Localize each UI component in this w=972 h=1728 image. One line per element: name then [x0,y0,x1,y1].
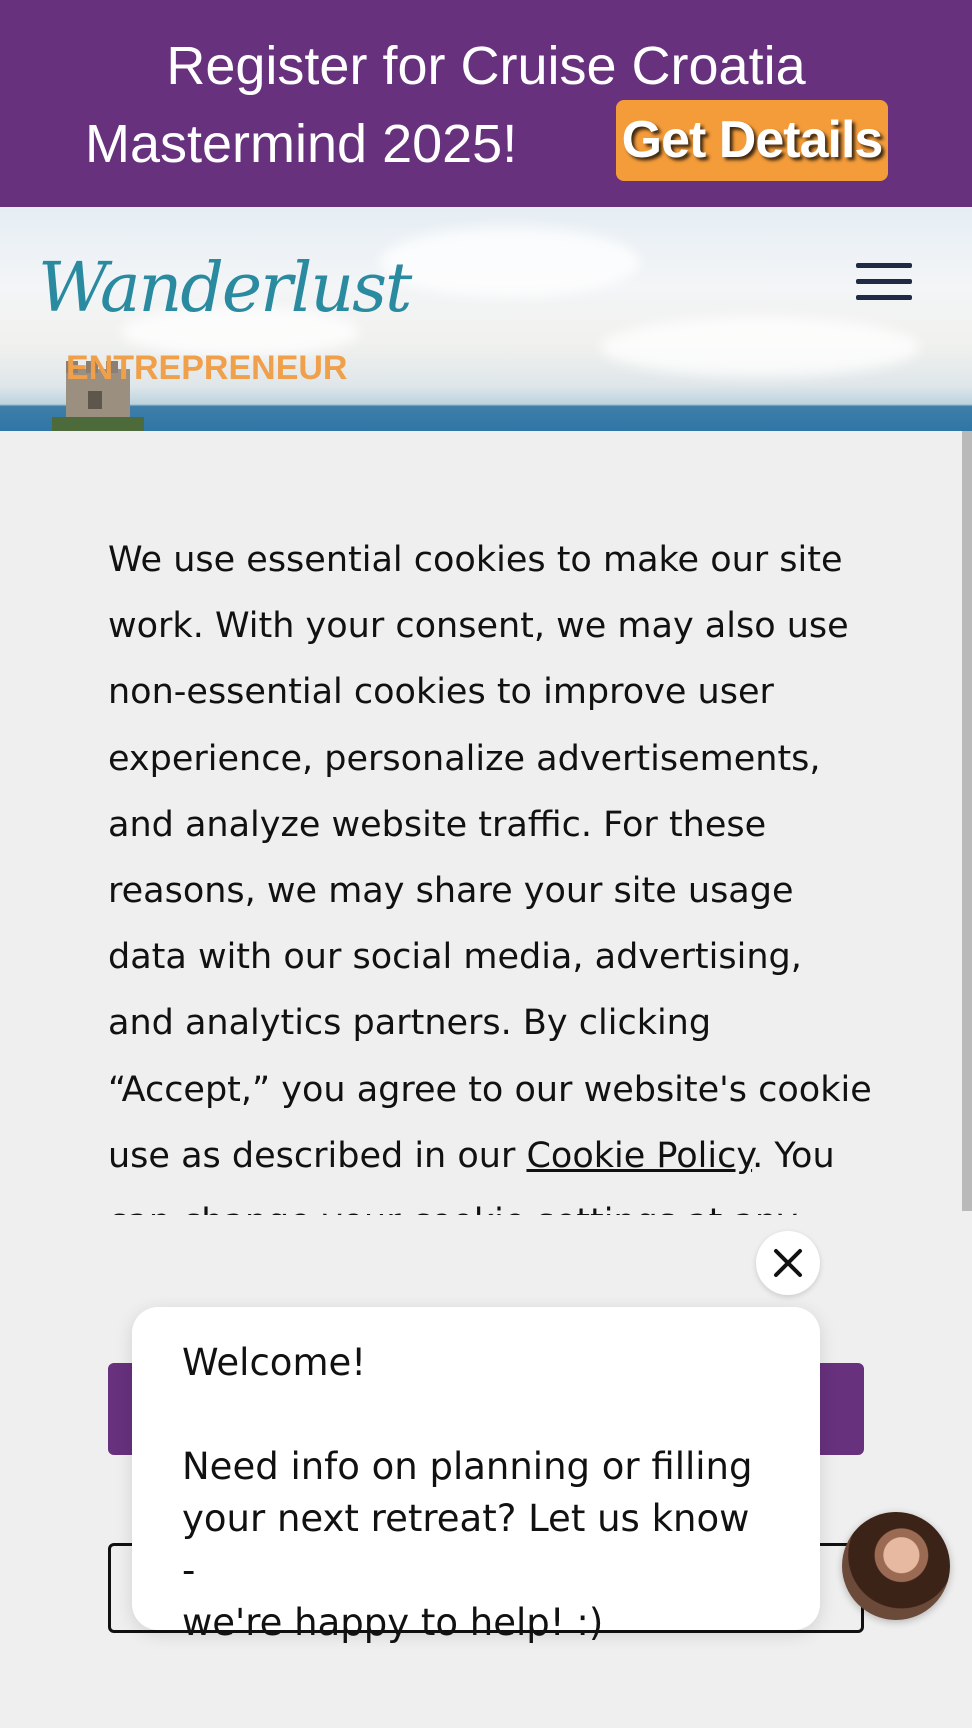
cookie-text-main: We use essential cookies to make our sit… [108,540,872,1176]
cloud-decoration [600,317,920,377]
cloud-decoration [380,227,640,297]
hamburger-bar [856,279,912,284]
hamburger-bar [856,295,912,300]
chat-welcome-bubble[interactable]: Welcome! Need info on planning or fillin… [132,1307,820,1644]
promo-title-line1: Register for Cruise Croatia [166,36,806,96]
chat-message-line: we're happy to help! :) [182,1601,604,1644]
chat-agent-avatar[interactable] [842,1512,950,1620]
site-logo[interactable]: Wanderlust ENTREPRENEUR [30,209,412,389]
promo-banner: Register for Cruise Croatia Mastermind 2… [0,0,972,207]
promo-title-line2: Mastermind 2025! [85,114,518,174]
logo-script-text: Wanderlust [38,249,412,328]
hamburger-icon[interactable] [856,263,912,303]
chat-greeting: Welcome! [182,1341,367,1384]
get-details-button[interactable]: Get Details [616,100,888,181]
cookie-policy-link[interactable]: Cookie Policy [526,1136,752,1176]
site-header: Wanderlust ENTREPRENEUR [0,207,972,431]
chat-message-line: your next retreat? Let us know - [182,1497,750,1592]
close-icon [774,1249,802,1277]
scrollbar-thumb[interactable] [962,431,972,1211]
cookie-notice-text: We use essential cookies to make our sit… [108,527,878,1215]
logo-subtitle-text: ENTREPRENEUR [66,349,348,387]
hamburger-bar [856,263,912,268]
chat-message-line: Need info on planning or filling [182,1445,753,1488]
chat-close-button[interactable] [756,1231,820,1295]
chat-spacer [182,1389,770,1441]
